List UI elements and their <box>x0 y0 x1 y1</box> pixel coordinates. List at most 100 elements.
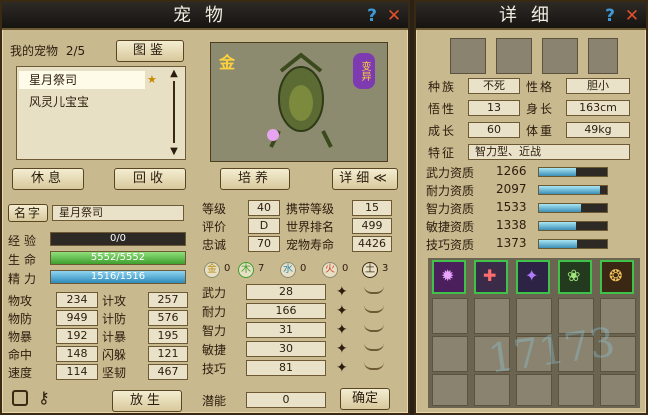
equip-slot[interactable] <box>542 38 578 74</box>
info-grid: 等级 40 携带等级 15 评价 D 世界排名 499 忠诚 70 宠物寿命 4… <box>202 200 402 256</box>
attr-row: 技巧 81 ✦ <box>202 360 402 379</box>
attr-row: 敏捷 30 ✦ <box>202 341 402 360</box>
info-value: 15 <box>352 200 392 216</box>
skill-slot-1[interactable]: ✹ <box>432 260 466 294</box>
gallery-button[interactable]: 图鉴 <box>116 40 184 62</box>
info-row: 等级 40 携带等级 15 <box>202 200 402 218</box>
aptitude-bar-fill <box>539 240 578 248</box>
attr-minus-icon[interactable] <box>364 324 384 332</box>
stat-value: 949 <box>56 310 98 326</box>
close-icon[interactable]: ✕ <box>384 6 404 26</box>
attr-plus-icon[interactable]: ✦ <box>336 304 354 318</box>
equip-slot[interactable] <box>496 38 532 74</box>
stat-label: 坚韧 <box>102 366 127 380</box>
skill-icon: ❂ <box>609 266 623 285</box>
mp-bar: 1516/1516 <box>50 270 186 284</box>
skill-slot-empty[interactable] <box>474 298 510 334</box>
aptitude-value: 1373 <box>496 236 527 250</box>
scroll-down-icon[interactable]: ▼ <box>167 147 181 157</box>
aptitude-row: 智力资质 1533 <box>426 200 646 218</box>
rest-button[interactable]: 休息 <box>12 168 84 190</box>
growth-label: 成长 <box>428 124 457 138</box>
element-wood: 木 <box>238 262 254 278</box>
attr-minus-icon[interactable] <box>364 362 384 370</box>
mypets-label: 我的宠物 2/5 <box>10 42 85 59</box>
skill-slot-empty[interactable] <box>432 336 468 372</box>
skill-slot-empty[interactable] <box>516 374 552 406</box>
attr-label: 武力 <box>202 286 227 300</box>
hp-bar: 5552/5552 <box>50 251 186 265</box>
attr-minus-icon[interactable] <box>364 343 384 351</box>
mypets-label-text: 我的宠物 <box>10 44 59 58</box>
release-button[interactable]: 放生 <box>112 390 182 412</box>
attr-minus-icon[interactable] <box>364 305 384 313</box>
element-metal-value: 0 <box>224 263 231 274</box>
help-icon[interactable]: ? <box>362 6 382 26</box>
equip-slots <box>450 38 620 74</box>
attr-value: 28 <box>246 284 326 300</box>
element-earth-value: 3 <box>382 263 389 274</box>
scroll-up-icon[interactable]: ▲ <box>167 69 181 79</box>
attr-plus-icon[interactable]: ✦ <box>336 285 354 299</box>
element-earth: 土 <box>362 262 378 278</box>
pet-list-item-1[interactable]: 星月祭司 <box>19 71 145 89</box>
pet-list-scrollbar[interactable]: ▲ ▼ <box>167 69 181 157</box>
skill-slot-2[interactable]: ✚ <box>474 260 508 294</box>
equip-slot[interactable] <box>450 38 486 74</box>
element-wood-value: 7 <box>258 263 265 274</box>
skill-slot-empty[interactable] <box>432 298 468 334</box>
aptitude-value: 1533 <box>496 200 527 214</box>
pet-list-item-badge: ★ <box>147 73 157 86</box>
skill-slot-4[interactable]: ❀ <box>558 260 592 294</box>
recall-button[interactable]: 回收 <box>114 168 186 190</box>
aptitude-bar-fill <box>539 204 582 212</box>
element-water: 水 <box>280 262 296 278</box>
pet-panel: 宠物 ? ✕ 我的宠物 2/5 图鉴 星月祭司 ★ 风灵儿宝宝 ▲ ▼ 金 变异… <box>0 0 410 415</box>
stat-value: 192 <box>56 328 98 344</box>
help-icon[interactable]: ? <box>600 6 620 26</box>
mypets-count: 2/5 <box>65 44 86 58</box>
aptitude-bar-fill <box>539 168 577 176</box>
element-badge: 金 <box>219 53 236 72</box>
skill-slot-empty[interactable] <box>558 374 594 406</box>
skill-slot-empty[interactable] <box>432 374 468 406</box>
aptitude-label: 武力资质 <box>426 166 475 180</box>
attr-plus-icon[interactable]: ✦ <box>336 323 354 337</box>
aptitude-bar-fill <box>539 186 601 194</box>
info-value: D <box>248 218 280 234</box>
skill-slot-5[interactable]: ❂ <box>600 260 634 294</box>
confirm-button[interactable]: 确定 <box>340 388 390 410</box>
race-value: 不死 <box>468 78 520 94</box>
mp-bar-text: 1516/1516 <box>90 271 146 282</box>
pet-list-item-2[interactable]: 风灵儿宝宝 <box>29 93 89 110</box>
attr-value: 31 <box>246 322 326 338</box>
close-icon[interactable]: ✕ <box>622 6 642 26</box>
stat-value: 576 <box>148 310 188 326</box>
attr-minus-icon[interactable] <box>364 286 384 294</box>
aptitude-bar <box>538 203 608 213</box>
race-label: 种族 <box>428 80 457 94</box>
skill-slot-3[interactable]: ✦ <box>516 260 550 294</box>
equip-slot[interactable] <box>588 38 618 74</box>
detail-button[interactable]: 详细≪ <box>332 168 398 190</box>
train-button[interactable]: 培养 <box>220 168 290 190</box>
skill-icon: ✦ <box>525 266 539 285</box>
attr-row: 武力 28 ✦ <box>202 284 402 303</box>
skill-grid: ✹ ✚ ✦ ❀ ❂ 17173 <box>428 258 640 408</box>
scroll-track[interactable] <box>173 81 175 143</box>
skill-slot-empty[interactable] <box>600 374 636 406</box>
attr-plus-icon[interactable]: ✦ <box>336 361 354 375</box>
stat-label: 命中 <box>8 348 33 362</box>
attr-value: 81 <box>246 360 326 376</box>
stat-row: 物暴 192 计暴 195 <box>8 328 188 346</box>
attr-label: 敏捷 <box>202 343 227 357</box>
height-label: 身长 <box>526 102 555 116</box>
key-icon[interactable]: ⚷ <box>38 388 50 407</box>
lock-icon[interactable] <box>12 390 28 406</box>
attr-plus-icon[interactable]: ✦ <box>336 342 354 356</box>
attr-label: 智力 <box>202 324 227 338</box>
info-label: 宠物寿命 <box>286 238 335 252</box>
stat-label: 计暴 <box>102 330 127 344</box>
info-value: 70 <box>248 236 280 252</box>
wit-value: 13 <box>468 100 520 116</box>
